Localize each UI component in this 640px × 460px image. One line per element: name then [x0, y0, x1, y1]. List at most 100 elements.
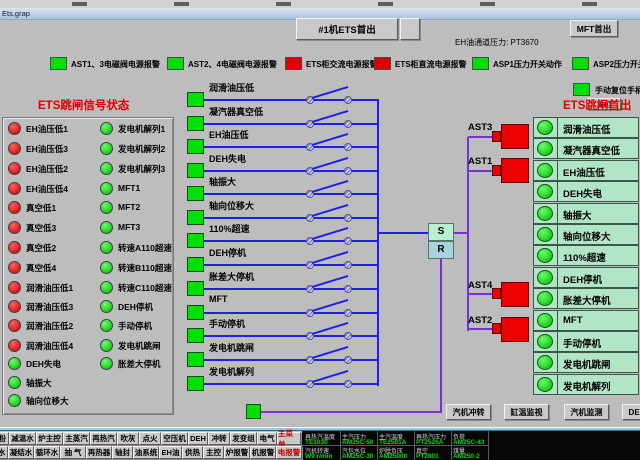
contact-switch-icon	[344, 237, 352, 245]
first-out-label: 轴振大	[563, 208, 592, 222]
signal-indicator	[8, 300, 21, 313]
trip-signal-square	[187, 257, 204, 272]
contact-switch-blade	[311, 299, 348, 312]
signal-label: 手动停机	[118, 320, 152, 332]
trip-signal-label: 轴向位移大	[209, 199, 254, 212]
contact-switch-icon	[344, 214, 352, 222]
nav-button[interactable]: DEH	[622, 404, 640, 420]
signal-label: MFT3	[118, 222, 140, 232]
contact-switch-blade	[311, 370, 348, 383]
trip-signal-label: 轴振大	[209, 175, 236, 188]
taskbar-button[interactable]: EH油	[159, 446, 182, 459]
status-cell-value: AM25C-30	[342, 453, 373, 460]
signal-indicator	[8, 357, 21, 370]
signal-label: 真空低1	[26, 202, 56, 214]
taskbar-button[interactable]: 主菜单	[277, 432, 301, 445]
signal-label: 轴振大	[26, 377, 52, 389]
window-edge-dash	[582, 2, 597, 6]
taskbar-button[interactable]: DEH	[188, 432, 208, 445]
taskbar-button[interactable]: 循环水	[34, 446, 60, 459]
trip-signal-status-title: ETS跳闸信号状态	[38, 97, 129, 113]
ets-firstout-button[interactable]: #1机ETS首出	[296, 18, 398, 40]
trip-signal-label: 胀差大停机	[209, 270, 254, 283]
taskbar-button[interactable]: 冲转	[208, 432, 230, 445]
signal-label: 润滑油压低4	[26, 340, 73, 352]
status-cell-value: AM25000	[379, 453, 407, 460]
ast-label: AST1	[468, 156, 492, 167]
taskbar-button[interactable]: 轴封	[112, 446, 133, 459]
legend-indicator	[167, 57, 184, 70]
signal-indicator	[8, 182, 21, 195]
signal-indicator	[100, 182, 113, 195]
signal-indicator	[100, 241, 113, 254]
signal-indicator	[100, 162, 113, 175]
trip-signal-square	[187, 233, 204, 248]
trip-signal-label: DEH停机	[209, 246, 246, 259]
taskbar-button[interactable]: 减温水	[9, 432, 36, 445]
taskbar-button[interactable]: 给水	[0, 446, 8, 459]
taskbar-button[interactable]: 制粉	[0, 432, 9, 445]
signal-label: 发电机解列2	[118, 143, 165, 155]
nav-button[interactable]: 汽机冲转	[446, 404, 491, 420]
taskbar-button[interactable]: 电气	[257, 432, 277, 445]
first-out-label: MFT	[563, 315, 583, 326]
contact-switch-blade	[311, 157, 348, 170]
signal-label: 发电机解列1	[118, 123, 165, 135]
contact-switch-icon	[344, 96, 352, 104]
taskbar-button[interactable]: 油系统	[133, 446, 159, 459]
contact-switch-blade	[311, 204, 348, 217]
ets-hmi-screen: Ets.grap #1机ETS首出 MFT首出 EH油通道压力: PT3670 …	[0, 0, 640, 460]
signal-indicator	[100, 221, 113, 234]
taskbar-button[interactable]: 凝结水	[8, 446, 34, 459]
first-out-label: 手动停机	[563, 336, 601, 350]
contact-switch-icon	[344, 285, 352, 293]
first-out-label: 轴向位移大	[563, 229, 611, 243]
trip-signal-square	[187, 210, 204, 225]
contact-switch-blade	[311, 180, 348, 193]
nav-button[interactable]: 缸温监视	[504, 404, 549, 420]
taskbar-button[interactable]: 电报警	[276, 446, 302, 459]
first-out-indicator	[537, 227, 553, 242]
ast-connector	[492, 131, 501, 142]
signal-indicator	[100, 201, 113, 214]
taskbar-button[interactable]: 再热器	[86, 446, 112, 459]
contact-switch-icon	[344, 380, 352, 388]
mft-firstout-button[interactable]: MFT首出	[570, 20, 618, 37]
signal-indicator	[8, 221, 21, 234]
taskbar-button[interactable]: 发变组	[230, 432, 257, 445]
taskbar-button[interactable]: 机报警	[250, 446, 276, 459]
taskbar-button[interactable]: 炉报警	[224, 446, 250, 459]
signal-label: 真空低4	[26, 262, 56, 274]
ast-branch-line	[468, 170, 493, 172]
signal-indicator	[100, 142, 113, 155]
signal-label: DEH停机	[118, 301, 153, 313]
window-edge-dash	[378, 2, 393, 6]
signal-indicator	[8, 162, 21, 175]
signal-indicator	[8, 281, 21, 294]
taskbar-button[interactable]: 吹灰	[117, 432, 139, 445]
contact-switch-blade	[311, 86, 348, 99]
signal-label: 胀差大停机	[118, 358, 161, 370]
ast-branch-line	[468, 136, 493, 138]
taskbar-button[interactable]: 空压机	[161, 432, 188, 445]
taskbar-button[interactable]: 再热汽	[90, 432, 117, 445]
signal-label: MFT1	[118, 183, 140, 193]
trip-signal-square	[187, 352, 204, 367]
trip-signal-square	[187, 139, 204, 154]
trip-signal-square	[187, 305, 204, 320]
taskbar-button[interactable]: 主控	[203, 446, 224, 459]
taskbar-button[interactable]: 点火	[139, 432, 161, 445]
ets-firstout-aux-button[interactable]	[400, 18, 420, 40]
sr-output-line	[454, 232, 468, 234]
signal-label: 发电机解列3	[118, 163, 165, 175]
taskbar-button[interactable]: 抽 气	[60, 446, 86, 459]
signal-label: 转速C110超速	[118, 282, 172, 294]
signal-label: 真空低3	[26, 222, 56, 234]
ast-label: AST4	[468, 280, 492, 291]
taskbar-button[interactable]: 炉主控	[36, 432, 63, 445]
contact-switch-blade	[311, 110, 348, 123]
taskbar-button[interactable]: 供热	[182, 446, 203, 459]
status-cell-value: PT2801	[416, 453, 439, 460]
taskbar-button[interactable]: 主蒸汽	[63, 432, 90, 445]
nav-button[interactable]: 汽机监测	[564, 404, 609, 420]
